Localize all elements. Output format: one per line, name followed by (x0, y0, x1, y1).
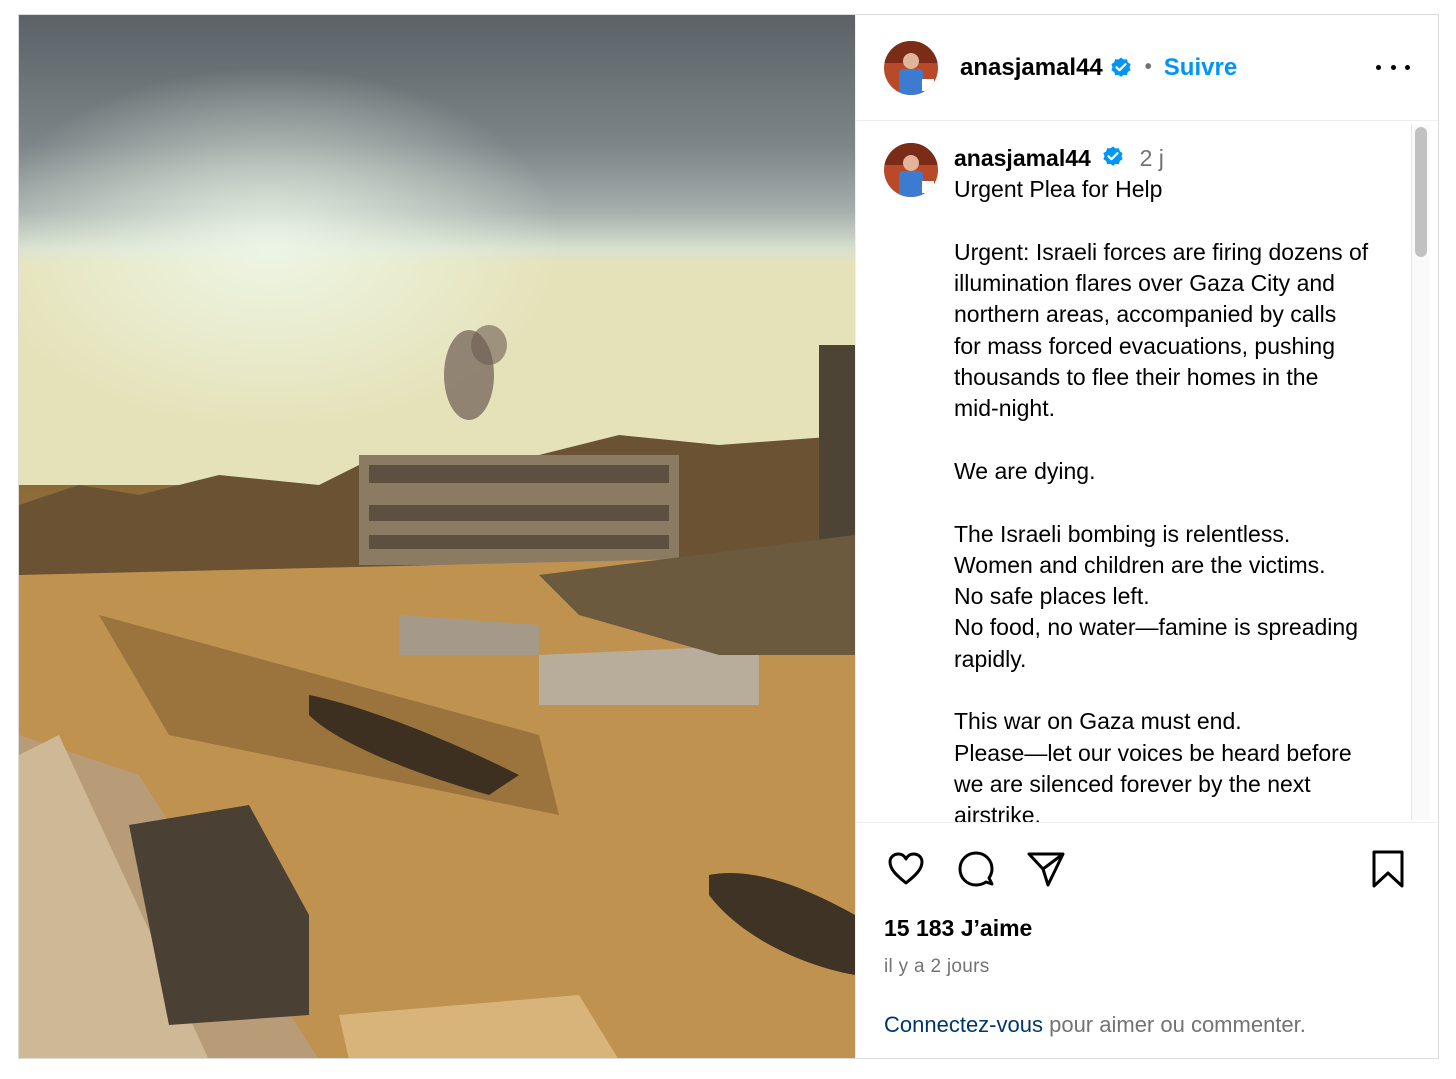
caption-avatar[interactable] (884, 143, 938, 197)
post-header: anasjamal44 • Suivre (856, 15, 1438, 121)
caption-line: Urgent: Israeli forces are firing dozens… (954, 238, 1369, 265)
more-dot (1376, 65, 1381, 70)
caption-line: we are silenced forever by the next (954, 770, 1311, 797)
bookmark-icon[interactable] (1366, 847, 1410, 891)
caption-line: Urgent Plea for Help (954, 176, 1163, 203)
caption-line: rapidly. (954, 645, 1027, 672)
caption-line: We are dying. (954, 457, 1096, 484)
caption-line: thousands to flee their homes in the (954, 364, 1319, 391)
caption-line: mid-night. (954, 395, 1055, 422)
caption-line: Please—let our voices be heard before (954, 739, 1352, 766)
caption-line: No food, no water—famine is spreading (954, 614, 1358, 641)
separator-dot: • (1144, 56, 1152, 78)
heart-icon[interactable] (884, 847, 928, 891)
gaza-night-photo (19, 15, 855, 1058)
caption-line: This war on Gaza must end. (954, 708, 1242, 735)
post-image[interactable] (19, 15, 855, 1058)
header-username-group: anasjamal44 • Suivre (960, 54, 1237, 82)
more-dot (1405, 65, 1410, 70)
header-username[interactable]: anasjamal44 (960, 54, 1103, 82)
caption-text: Urgent Plea for Help Urgent: Israeli forc… (954, 174, 1414, 822)
caption-body: anasjamal44 2 j Urgent Plea for Help Urge… (954, 143, 1414, 822)
caption-header: anasjamal44 2 j (954, 143, 1414, 174)
verified-badge-icon (1101, 145, 1125, 169)
login-link[interactable]: Connectez-vous (884, 1012, 1043, 1037)
post-sidebar: anasjamal44 • Suivre anasjamal44 2 j Urg… (855, 15, 1438, 1058)
caption-time[interactable]: 2 j (1140, 145, 1164, 171)
caption-line: No safe places left. (954, 583, 1150, 610)
action-bar (884, 847, 1410, 891)
login-prompt: Connectez-vous pour aimer ou commenter. (884, 1012, 1306, 1038)
comment-icon[interactable] (954, 847, 998, 891)
avatar-image (884, 143, 938, 197)
actions-section: 15 183 J’aime il y a 2 jours Connectez-v… (856, 822, 1438, 1058)
post-date[interactable]: il y a 2 jours (884, 956, 1410, 978)
caption-line: illumination flares over Gaza City and (954, 270, 1335, 297)
avatar-image (884, 40, 938, 95)
post-dialog: anasjamal44 • Suivre anasjamal44 2 j Urg… (18, 14, 1439, 1059)
caption-line: The Israeli bombing is relentless. (954, 520, 1291, 547)
likes-count[interactable]: 15 183 J’aime (884, 915, 1410, 942)
scrollbar-thumb[interactable] (1415, 127, 1427, 257)
caption-username[interactable]: anasjamal44 (954, 145, 1091, 171)
caption-line: for mass forced evacuations, pushing (954, 332, 1335, 359)
caption-line: Women and children are the victims. (954, 551, 1326, 578)
login-rest-text: pour aimer ou commenter. (1042, 1012, 1306, 1037)
comments-scroll-area[interactable]: anasjamal44 2 j Urgent Plea for Help Urge… (856, 121, 1438, 822)
caption-line: airstrike. (954, 802, 1041, 822)
share-icon[interactable] (1024, 847, 1068, 891)
scrollbar[interactable] (1411, 125, 1430, 820)
more-dot (1390, 65, 1396, 70)
verified-badge-icon (1109, 56, 1133, 80)
profile-avatar[interactable] (884, 40, 938, 95)
follow-button[interactable]: Suivre (1164, 54, 1237, 82)
more-options-icon[interactable] (1376, 58, 1410, 78)
caption-line: northern areas, accompanied by calls (954, 301, 1337, 328)
caption: anasjamal44 2 j Urgent Plea for Help Urge… (884, 143, 1438, 822)
